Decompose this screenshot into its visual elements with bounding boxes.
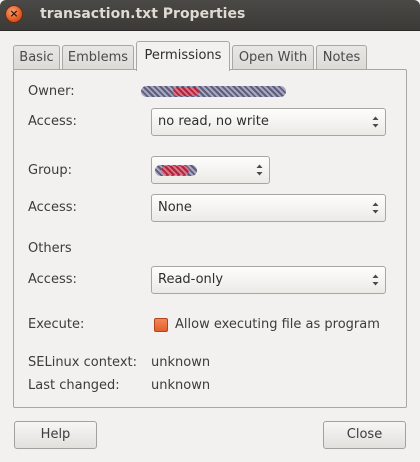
tab-basic[interactable]: Basic <box>13 45 60 70</box>
window-title: transaction.txt Properties <box>40 6 246 22</box>
tab-notes[interactable]: Notes <box>316 45 367 70</box>
window-close-icon[interactable]: × <box>5 5 23 23</box>
group-value-redacted <box>155 165 197 176</box>
owner-access-combo[interactable]: no read, no write <box>151 108 386 136</box>
others-access-combo[interactable]: Read-only <box>151 266 386 294</box>
owner-access-label: Access: <box>28 114 77 129</box>
group-access-label: Access: <box>28 200 77 215</box>
tab-open-with[interactable]: Open With <box>232 45 314 70</box>
combo-arrows-icon <box>256 164 263 176</box>
help-button[interactable]: Help <box>14 421 97 449</box>
tab-emblems[interactable]: Emblems <box>62 45 134 70</box>
others-access-label: Access: <box>28 272 77 287</box>
group-access-value: None <box>158 200 192 215</box>
properties-dialog: × transaction.txt Properties Basic Emble… <box>0 0 420 462</box>
redaction-mark <box>173 87 199 96</box>
others-heading: Others <box>28 241 72 256</box>
selinux-label: SELinux context: <box>28 355 138 370</box>
others-access-value: Read-only <box>158 272 224 287</box>
tab-permissions[interactable]: Permissions <box>136 41 230 71</box>
execute-label: Execute: <box>28 317 85 332</box>
last-changed-value: unknown <box>151 378 211 393</box>
tab-bar: Basic Emblems Permissions Open With Note… <box>13 41 413 71</box>
last-changed-label: Last changed: <box>28 378 120 393</box>
execute-checkbox-label[interactable]: Allow executing file as program <box>175 317 380 332</box>
owner-label: Owner: <box>28 84 75 99</box>
redaction-mark <box>161 166 189 175</box>
owner-access-value: no read, no write <box>158 114 269 129</box>
execute-checkbox[interactable] <box>154 318 168 332</box>
group-access-combo[interactable]: None <box>151 194 386 222</box>
permissions-panel: Owner: Access: no read, no write Group: … <box>13 69 407 408</box>
title-bar[interactable]: × transaction.txt Properties <box>0 0 420 31</box>
selinux-value: unknown <box>151 355 211 370</box>
owner-value-redacted <box>141 86 286 97</box>
combo-arrows-icon <box>372 116 379 128</box>
group-label: Group: <box>28 163 72 178</box>
combo-arrows-icon <box>372 274 379 286</box>
group-combo[interactable] <box>151 156 270 184</box>
close-button[interactable]: Close <box>323 421 406 449</box>
combo-arrows-icon <box>372 202 379 214</box>
